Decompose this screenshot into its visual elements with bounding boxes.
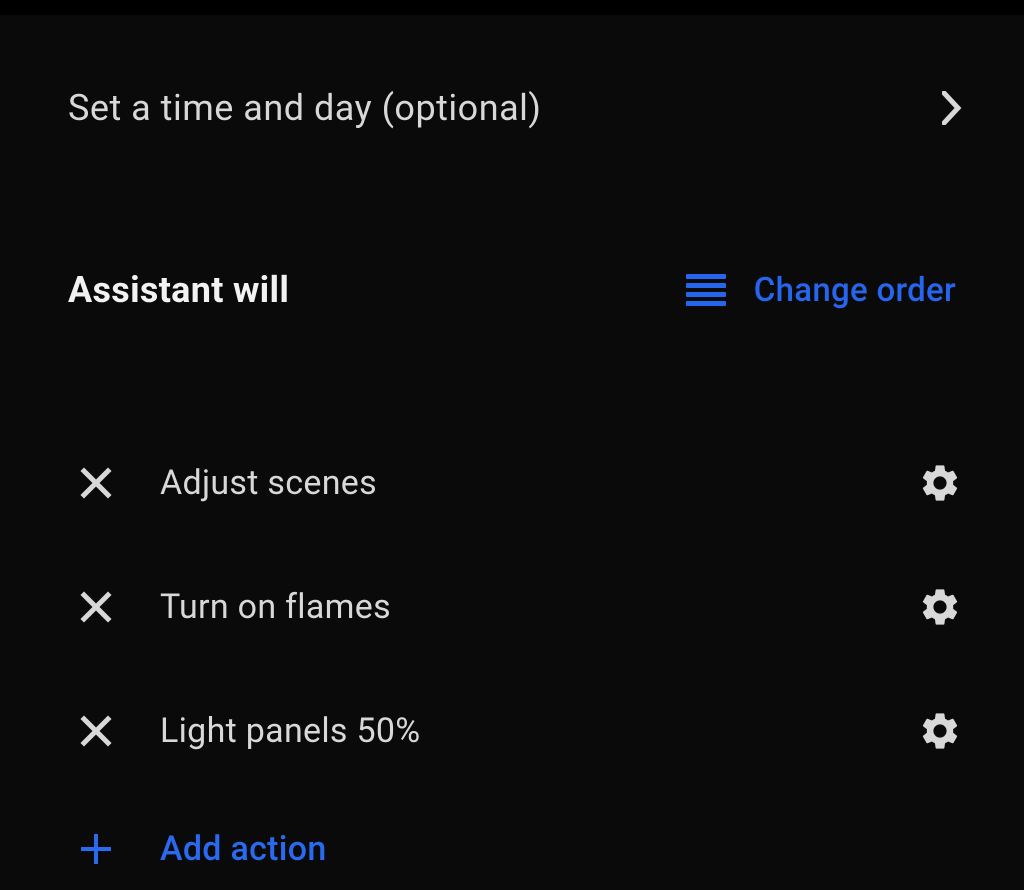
action-label: Light panels 50% bbox=[160, 711, 918, 751]
change-order-button[interactable]: Change order bbox=[686, 271, 956, 310]
close-icon[interactable] bbox=[80, 467, 112, 499]
section-title: Assistant will bbox=[68, 269, 289, 311]
add-action-button[interactable]: Add action bbox=[68, 829, 956, 869]
close-icon[interactable] bbox=[80, 591, 112, 623]
action-label: Turn on flames bbox=[160, 587, 918, 627]
set-time-day-row[interactable]: Set a time and day (optional) bbox=[68, 15, 956, 129]
action-row: Light panels 50% bbox=[68, 669, 956, 793]
add-action-label: Add action bbox=[160, 829, 327, 869]
chevron-right-icon bbox=[938, 94, 966, 122]
gear-icon[interactable] bbox=[918, 585, 962, 629]
change-order-label: Change order bbox=[754, 271, 956, 310]
plus-icon bbox=[80, 833, 112, 865]
action-label: Adjust scenes bbox=[160, 463, 918, 503]
section-header: Assistant will Change order bbox=[68, 269, 956, 311]
reorder-icon bbox=[686, 274, 726, 306]
set-time-day-label: Set a time and day (optional) bbox=[68, 87, 541, 129]
gear-icon[interactable] bbox=[918, 709, 962, 753]
content-container: Set a time and day (optional) Assistant … bbox=[0, 15, 1024, 869]
action-row: Turn on flames bbox=[68, 545, 956, 669]
close-icon[interactable] bbox=[80, 715, 112, 747]
gear-icon[interactable] bbox=[918, 461, 962, 505]
action-row: Adjust scenes bbox=[68, 421, 956, 545]
top-bar bbox=[0, 0, 1024, 15]
actions-list: Adjust scenes Turn on flames bbox=[68, 421, 956, 793]
